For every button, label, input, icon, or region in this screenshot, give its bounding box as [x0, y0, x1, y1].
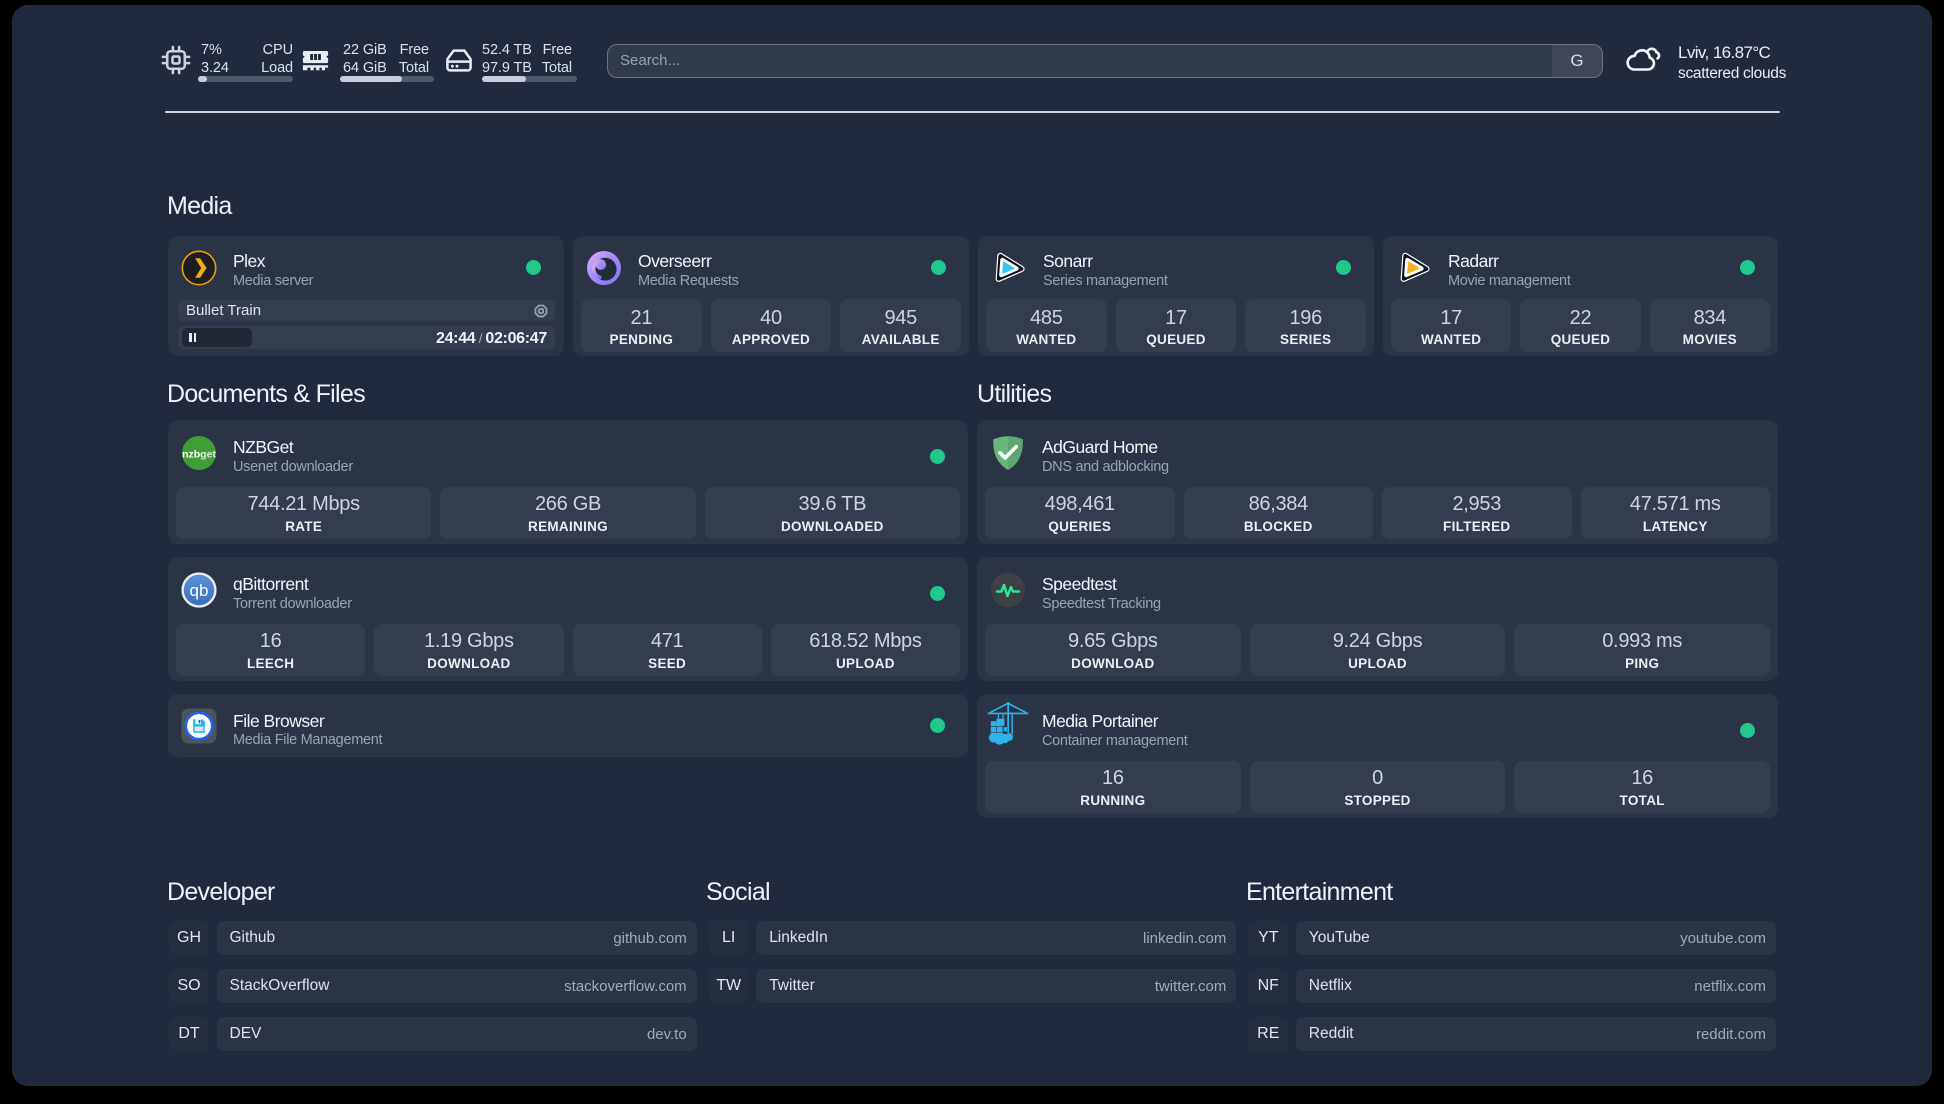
- svg-text:nzbget: nzbget: [182, 449, 216, 461]
- svg-text:qb: qb: [190, 581, 209, 600]
